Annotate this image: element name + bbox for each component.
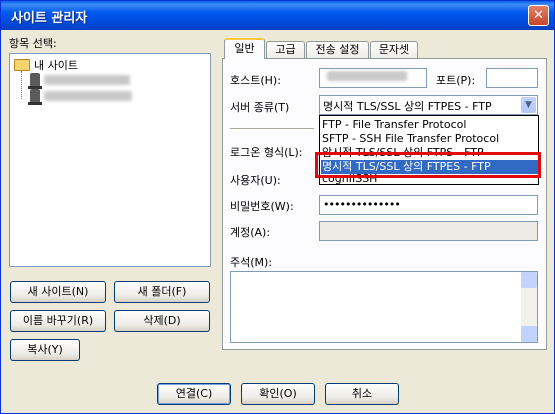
site-name-blurred [44, 75, 130, 85]
folder-icon [14, 59, 30, 71]
cancel-button[interactable]: 취소 [325, 383, 399, 405]
tab-charset[interactable]: 문자셋 [370, 41, 418, 59]
account-field [319, 221, 538, 241]
comments-scrollbar[interactable] [521, 272, 537, 342]
close-button[interactable]: ✕ [528, 5, 549, 26]
tab-general[interactable]: 일반 [224, 38, 265, 59]
window-title: 사이트 관리자 [11, 11, 88, 26]
tree-connector [21, 71, 22, 99]
scroll-down-button[interactable] [521, 326, 537, 342]
user-label: 사용자(U): [230, 174, 281, 187]
tree-root-label: 내 사이트 [34, 59, 78, 72]
tree-site-item[interactable] [28, 89, 132, 105]
server-type-select[interactable]: 명시적 TLS/SSL 상의 FTPES - FTP ▼ [319, 95, 538, 115]
dropdown-option-ftp[interactable]: FTP - File Transfer Protocol [322, 118, 466, 132]
site-name-blurred [44, 91, 132, 101]
site-manager-window: 사이트 관리자 ✕ 항목 선택: 내 사이트 새 사이트(N) 새 폴더(F) … [0, 0, 555, 414]
separator [230, 128, 314, 130]
copy-button[interactable]: 복사(Y) [10, 339, 80, 361]
host-label: 호스트(H): [230, 74, 281, 87]
port-label: 포트(P): [436, 74, 476, 87]
account-label: 계정(A): [230, 226, 271, 239]
server-type-label: 서버 종류(T) [230, 101, 290, 114]
comments-textarea[interactable] [230, 271, 538, 343]
select-entry-label: 항목 선택: [9, 37, 57, 50]
tree-root-my-sites[interactable]: 내 사이트 [14, 57, 78, 73]
ok-button[interactable]: 확인(O) [241, 383, 315, 405]
tab-advanced[interactable]: 고급 [266, 41, 305, 59]
site-tree[interactable]: 내 사이트 [9, 53, 211, 267]
server-icon [28, 73, 42, 89]
close-icon: ✕ [533, 8, 544, 23]
comments-label: 주석(M): [230, 256, 273, 269]
red-highlight-box [315, 152, 541, 178]
tree-site-item[interactable] [28, 73, 130, 89]
scroll-up-button[interactable] [521, 272, 537, 288]
password-label: 비밀번호(W): [230, 200, 294, 213]
dropdown-option-sftp[interactable]: SFTP - SSH File Transfer Protocol [322, 132, 499, 146]
new-folder-button[interactable]: 새 폴더(F) [114, 281, 210, 303]
connect-button[interactable]: 연결(C) [157, 383, 231, 405]
title-bar[interactable]: 사이트 관리자 ✕ [1, 1, 554, 30]
host-value-blurred [327, 71, 407, 81]
chevron-down-icon[interactable]: ▼ [521, 97, 536, 113]
server-icon [28, 89, 42, 105]
host-field[interactable] [319, 68, 427, 88]
new-site-button[interactable]: 새 사이트(N) [10, 281, 106, 303]
port-field[interactable] [486, 68, 538, 88]
server-type-value: 명시적 TLS/SSL 상의 FTPES - FTP [323, 100, 492, 113]
delete-button[interactable]: 삭제(D) [114, 310, 210, 332]
logon-type-label: 로그온 형식(L): [230, 146, 303, 159]
tab-transfer-settings[interactable]: 전송 설정 [306, 41, 369, 59]
password-field[interactable]: •••••••••••••• [319, 195, 538, 215]
rename-button[interactable]: 이름 바꾸기(R) [10, 310, 106, 332]
